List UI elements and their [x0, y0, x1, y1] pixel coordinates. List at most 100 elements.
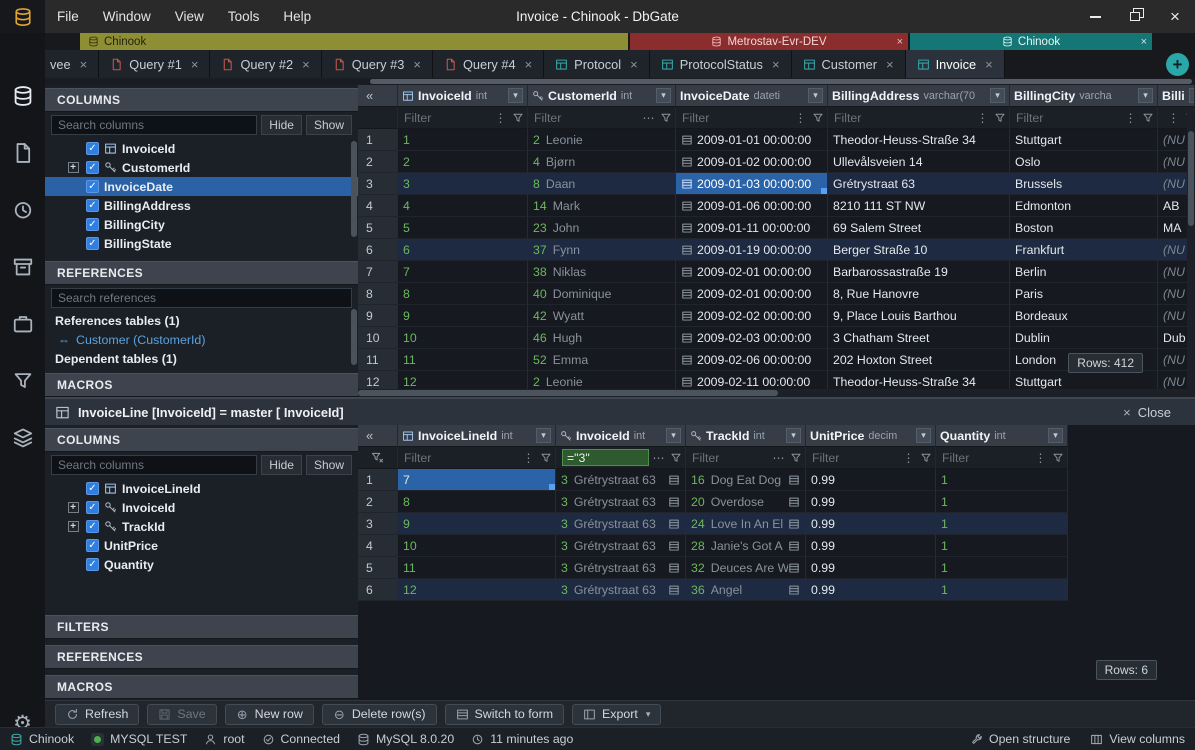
filter-trackid[interactable]: Filter⋯ — [686, 447, 806, 469]
cell-billingaddress[interactable]: 3 Chatham Street — [828, 327, 1010, 349]
hide-button[interactable]: Hide — [261, 115, 302, 135]
funnel-icon[interactable] — [1052, 452, 1064, 464]
collapse-panel-button[interactable]: « — [358, 85, 398, 107]
open-reference-icon[interactable] — [788, 584, 800, 596]
checkbox-checked[interactable]: ✓ — [86, 520, 99, 533]
row-number[interactable]: 4 — [358, 535, 398, 557]
column-menu-chevron[interactable]: ▾ — [536, 428, 551, 443]
refresh-button[interactable]: Refresh — [55, 704, 139, 725]
cell-customerid[interactable]: 2Leonie — [528, 129, 676, 151]
filter-invoicelineid[interactable]: Filter⋮ — [398, 447, 556, 469]
cell-quantity[interactable]: 1 — [936, 535, 1068, 557]
cell-invoiceid[interactable]: 1 — [398, 129, 528, 151]
column-header-invoicedate[interactable]: InvoiceDatedateti▾ — [676, 85, 828, 107]
row-number[interactable]: 12 — [358, 371, 398, 389]
column-header-invoiceid[interactable]: InvoiceIdint▾ — [398, 85, 528, 107]
filters-section-header[interactable]: FILTERS — [45, 615, 358, 639]
cell-invoiceid[interactable]: 2 — [398, 151, 528, 173]
cell-unitprice[interactable]: 0.99 — [806, 491, 936, 513]
open-reference-icon[interactable] — [668, 496, 680, 508]
status-mysql-test[interactable]: MYSQL TEST — [91, 732, 187, 746]
cell-invoiceid[interactable]: 3Grétrystraat 63 — [556, 557, 686, 579]
cell-billingcity[interactable]: Oslo — [1010, 151, 1158, 173]
cell-invoicedate[interactable]: 2009-02-01 00:00:00 — [676, 261, 828, 283]
cell-invoiceid[interactable]: 3Grétrystraat 63 — [556, 469, 686, 491]
tab-group-3[interactable]: Chinook× — [910, 33, 1152, 50]
export-button[interactable]: Export▾ — [572, 704, 661, 725]
column-header-invoicelineid[interactable]: InvoiceLineIdint▾ — [398, 425, 556, 447]
cell-billingaddress[interactable]: Grétrystraat 63 — [828, 173, 1010, 195]
search-columns-input[interactable] — [51, 455, 257, 475]
open-reference-icon[interactable] — [668, 540, 680, 552]
funnel-icon[interactable] — [512, 112, 524, 124]
expand-icon[interactable]: + — [68, 502, 79, 513]
open-reference-icon[interactable] — [788, 496, 800, 508]
checkbox-checked[interactable]: ✓ — [86, 558, 99, 571]
cell-quantity[interactable]: 1 — [936, 491, 1068, 513]
cell-billingcity[interactable]: Brussels — [1010, 173, 1158, 195]
status-open-structure[interactable]: Open structure — [970, 732, 1070, 746]
funnel-icon[interactable] — [994, 112, 1006, 124]
cell-unitprice[interactable]: 0.99 — [806, 557, 936, 579]
cell-billingaddress[interactable]: 9, Place Louis Barthou — [828, 305, 1010, 327]
cell-billingcity[interactable]: Frankfurt — [1010, 239, 1158, 261]
macros-section-header[interactable]: MACROS — [45, 675, 358, 699]
tab-group-2[interactable]: Metrostav-Evr-DEV× — [630, 33, 908, 50]
references-section-header[interactable]: REFERENCES — [45, 261, 358, 285]
cell-invoiceid[interactable]: 11 — [398, 349, 528, 371]
filter-menu-icon[interactable]: ⋯ — [771, 452, 786, 464]
cell-invoicelineid[interactable]: 7 — [398, 469, 556, 491]
tab-query-2[interactable]: Query #2× — [210, 50, 321, 78]
tab-query-4[interactable]: Query #4× — [433, 50, 544, 78]
column-header-billingcity[interactable]: BillingCityvarcha▾ — [1010, 85, 1158, 107]
filter-menu-icon[interactable]: ⋮ — [901, 452, 916, 464]
cell-invoicelineid[interactable]: 10 — [398, 535, 556, 557]
cell-billingcity[interactable]: Edmonton — [1010, 195, 1158, 217]
close-tab-icon[interactable]: × — [191, 57, 199, 72]
column-menu-chevron[interactable]: ▾ — [916, 428, 931, 443]
filter-menu-icon[interactable]: ⋮ — [493, 112, 508, 124]
menu-window[interactable]: Window — [91, 9, 163, 24]
tab-vee[interactable]: vee× — [45, 50, 99, 78]
status-connected[interactable]: Connected — [262, 732, 340, 746]
cell-billingaddress[interactable]: 8210 111 ST NW — [828, 195, 1010, 217]
column-header-invoiceid[interactable]: InvoiceIdint▾ — [556, 425, 686, 447]
open-reference-icon[interactable] — [668, 518, 680, 530]
tab-query-1[interactable]: Query #1× — [99, 50, 210, 78]
cell-quantity[interactable]: 1 — [936, 513, 1068, 535]
menu-tools[interactable]: Tools — [216, 9, 272, 24]
cell-invoiceid[interactable]: 3Grétrystraat 63 — [556, 513, 686, 535]
filter-corner-cell[interactable] — [358, 107, 398, 129]
open-reference-icon[interactable] — [788, 562, 800, 574]
close-tab-icon[interactable]: × — [886, 57, 894, 72]
reference-link-customer[interactable]: ⇔Customer (CustomerId) — [45, 331, 358, 349]
column-tree-item-unitprice[interactable]: ✓UnitPrice — [45, 536, 358, 555]
tab-group-1[interactable]: Chinook — [80, 33, 628, 50]
status-mysql-8-0-20[interactable]: MySQL 8.0.20 — [357, 732, 454, 746]
cell-unitprice[interactable]: 0.99 — [806, 469, 936, 491]
references-section-header[interactable]: REFERENCES — [45, 645, 358, 669]
search-references-input[interactable] — [51, 288, 352, 308]
column-header-unitprice[interactable]: UnitPricedecim▾ — [806, 425, 936, 447]
cell-customerid[interactable]: 42Wyatt — [528, 305, 676, 327]
cell-invoiceid[interactable]: 3Grétrystraat 63 — [556, 535, 686, 557]
row-number[interactable]: 10 — [358, 327, 398, 349]
open-reference-icon[interactable] — [681, 222, 693, 234]
cell-trackid[interactable]: 32Deuces Are W — [686, 557, 806, 579]
row-number[interactable]: 6 — [358, 579, 398, 601]
menu-view[interactable]: View — [163, 9, 216, 24]
rail-archive-button[interactable] — [12, 256, 34, 281]
close-group-icon[interactable]: × — [1141, 36, 1147, 48]
cell-invoiceid[interactable]: 9 — [398, 305, 528, 327]
column-tree-item-trackid[interactable]: +✓TrackId — [45, 517, 358, 536]
open-reference-icon[interactable] — [681, 134, 693, 146]
close-group-icon[interactable]: × — [897, 36, 903, 48]
funnel-icon[interactable] — [812, 112, 824, 124]
cell-invoicedate[interactable]: 2009-02-03 00:00:00 — [676, 327, 828, 349]
columns-section-header[interactable]: COLUMNS — [45, 428, 358, 452]
checkbox-checked[interactable]: ✓ — [86, 180, 99, 193]
cell-invoicedate[interactable]: 2009-01-03 00:00:00 — [676, 173, 828, 195]
funnel-icon[interactable] — [660, 112, 672, 124]
tab-scrollbar[interactable] — [370, 79, 1192, 84]
cell-invoicedate[interactable]: 2009-01-01 00:00:00 — [676, 129, 828, 151]
